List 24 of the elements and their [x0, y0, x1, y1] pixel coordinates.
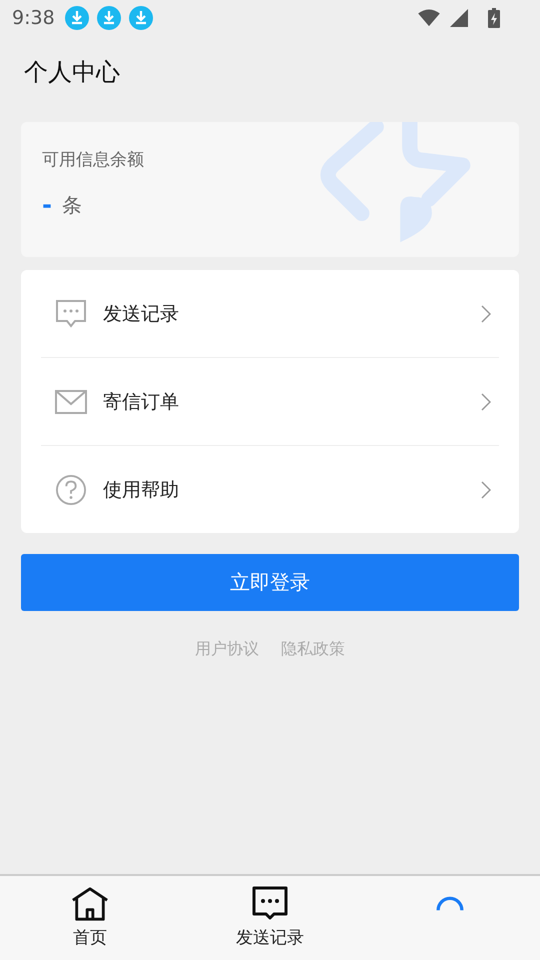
signal-icon	[448, 9, 470, 27]
chevron-right-icon	[481, 392, 491, 410]
help-icon	[55, 474, 87, 504]
battery-icon	[488, 8, 500, 28]
tab[interactable]: 发送记录	[180, 876, 360, 960]
download-icon	[64, 6, 89, 30]
menu-item[interactable]: 使用帮助	[41, 446, 499, 533]
balance-value: -	[42, 191, 52, 219]
download-icon	[128, 6, 153, 30]
home-icon	[71, 886, 109, 922]
tab[interactable]: 首页	[0, 876, 180, 960]
login-button[interactable]: 立即登录	[21, 554, 519, 611]
download-icon	[96, 6, 121, 30]
balance-unit: 条	[62, 192, 82, 218]
menu-item[interactable]: 发送记录	[41, 270, 499, 358]
chevron-right-icon	[481, 304, 491, 322]
wifi-icon	[418, 9, 440, 27]
status-time: 9:38	[12, 7, 55, 29]
balance-label: 可用信息余额	[42, 149, 144, 171]
menu-item[interactable]: 寄信订单	[41, 358, 499, 446]
page-title: 个人中心	[23, 57, 121, 88]
chat-bubble-icon	[251, 886, 289, 922]
chevron-right-icon	[481, 480, 491, 498]
chat-bubble-icon	[55, 298, 87, 328]
